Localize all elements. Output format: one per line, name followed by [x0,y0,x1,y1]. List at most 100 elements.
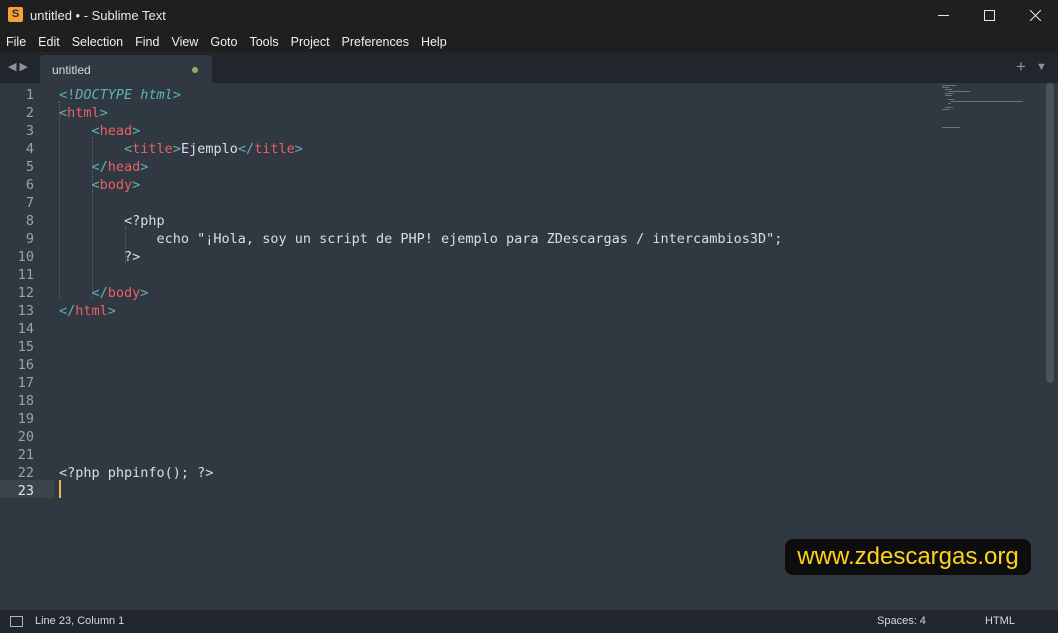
code-token: > [294,141,303,157]
title-bar: S untitled • - Sublime Text [0,0,1058,31]
menu-help[interactable]: Help [415,31,453,52]
code-token: Ejemplo [180,141,238,157]
line-number: 22 [17,465,34,481]
vertical-scrollbar[interactable] [1046,83,1054,383]
code-token: </ [91,285,108,301]
menu-tools[interactable]: Tools [243,31,284,52]
minimap[interactable] [940,83,1046,610]
code-token: </ [237,141,255,157]
minimize-button[interactable] [920,0,966,31]
code-token: > [140,285,149,301]
code-token: html [67,105,100,121]
code-token: DOCTYPE html [75,87,173,103]
code-area[interactable]: <!DOCTYPE html> <html> <head> <title>Ejem… [59,83,929,610]
code-token: > [132,123,141,139]
cursor-position[interactable]: Line 23, Column 1 [35,615,124,627]
text-cursor [59,480,61,498]
code-token: > [107,303,116,319]
tab-label: untitled [52,63,91,77]
editor-area[interactable]: 1 2 3 4 5 6 7 8 9 10 11 12 13 14 15 16 17 18 19 20 21 22 23 <!… [0,83,1058,610]
menu-selection[interactable]: Selection [66,31,129,52]
maximize-icon [983,10,995,21]
close-button[interactable] [1012,0,1058,31]
tab-list-chevron-icon[interactable]: ▼ [1036,61,1047,73]
tab-nav-arrows-icon[interactable]: ◀▶ [8,60,31,73]
minimize-icon [937,15,949,16]
line-number: 8 [25,213,34,229]
line-number: 6 [25,177,34,193]
code-token: > [99,105,108,121]
line-number: 20 [17,429,34,445]
line-number: 5 [25,159,34,175]
menu-file[interactable]: File [0,31,32,52]
syntax-selector[interactable]: HTML [985,615,1015,627]
code-line[interactable]: <?php phpinfo(); ?> [59,464,213,482]
code-line[interactable]: <body> [59,176,141,194]
line-number: 15 [17,339,34,355]
code-token: < [124,141,133,157]
sublime-s-icon: S [8,7,23,22]
line-number: 18 [17,393,34,409]
line-number: 7 [25,195,34,211]
code-token: title [254,141,295,157]
watermark-badge: www.zdescargas.org [785,539,1031,575]
code-token: html [75,303,108,319]
code-line[interactable]: </body> [59,284,149,302]
new-tab-plus-icon[interactable]: + [1016,57,1026,77]
menu-find[interactable]: Find [129,31,165,52]
indentation-setting[interactable]: Spaces: 4 [877,615,926,627]
code-token: head [107,159,141,175]
panel-toggle-icon[interactable] [10,616,23,627]
line-number: 12 [17,285,34,301]
line-number: 10 [17,249,34,265]
code-token: < [91,123,100,139]
code-token: ?> [59,249,141,265]
code-token: </ [91,159,108,175]
code-line[interactable]: <!DOCTYPE html> [59,86,181,104]
close-icon [1029,10,1041,21]
code-token: body [107,285,141,301]
code-token: <! [59,87,76,103]
line-number: 3 [25,123,34,139]
menu-view[interactable]: View [165,31,204,52]
code-line[interactable]: <title>Ejemplo</title> [59,140,303,158]
tab-untitled[interactable]: untitled [40,55,212,83]
code-line[interactable]: <head> [59,122,141,140]
line-number: 11 [17,267,34,283]
line-number: 14 [17,321,34,337]
menu-preferences[interactable]: Preferences [336,31,415,52]
code-token: > [172,141,181,157]
line-number: 1 [25,87,34,103]
line-number: 4 [25,141,34,157]
code-token: </ [59,303,76,319]
code-line[interactable]: echo "¡Hola, soy un script de PHP! ejemp… [59,230,783,248]
code-line[interactable]: ?> [59,248,140,266]
line-number: 23 [17,483,34,499]
modified-dot-icon[interactable] [192,67,198,73]
line-number: 9 [25,231,34,247]
menu-goto[interactable]: Goto [204,31,243,52]
menu-bar: File Edit Selection Find View Goto Tools… [0,31,1058,52]
code-line[interactable]: </head> [59,158,149,176]
code-token: title [132,141,173,157]
code-token: <?php phpinfo(); ?> [59,465,214,481]
code-line[interactable]: </html> [59,302,116,320]
code-token: < [59,105,68,121]
window-title: untitled • - Sublime Text [30,8,166,23]
line-number: 2 [25,105,34,121]
menu-project[interactable]: Project [285,31,336,52]
code-token: echo "¡Hola, soy un script de PHP! ejemp… [59,231,783,247]
line-number: 17 [17,375,34,391]
code-line[interactable]: <html> [59,104,108,122]
maximize-button[interactable] [966,0,1012,31]
code-token: head [99,123,133,139]
status-bar: Line 23, Column 1 Spaces: 4 HTML [0,610,1058,633]
menu-edit[interactable]: Edit [32,31,66,52]
code-line[interactable]: <?php [59,212,165,230]
line-number-gutter: 1 2 3 4 5 6 7 8 9 10 11 12 13 14 15 16 17 18 19 20 21 22 23 [0,83,54,610]
